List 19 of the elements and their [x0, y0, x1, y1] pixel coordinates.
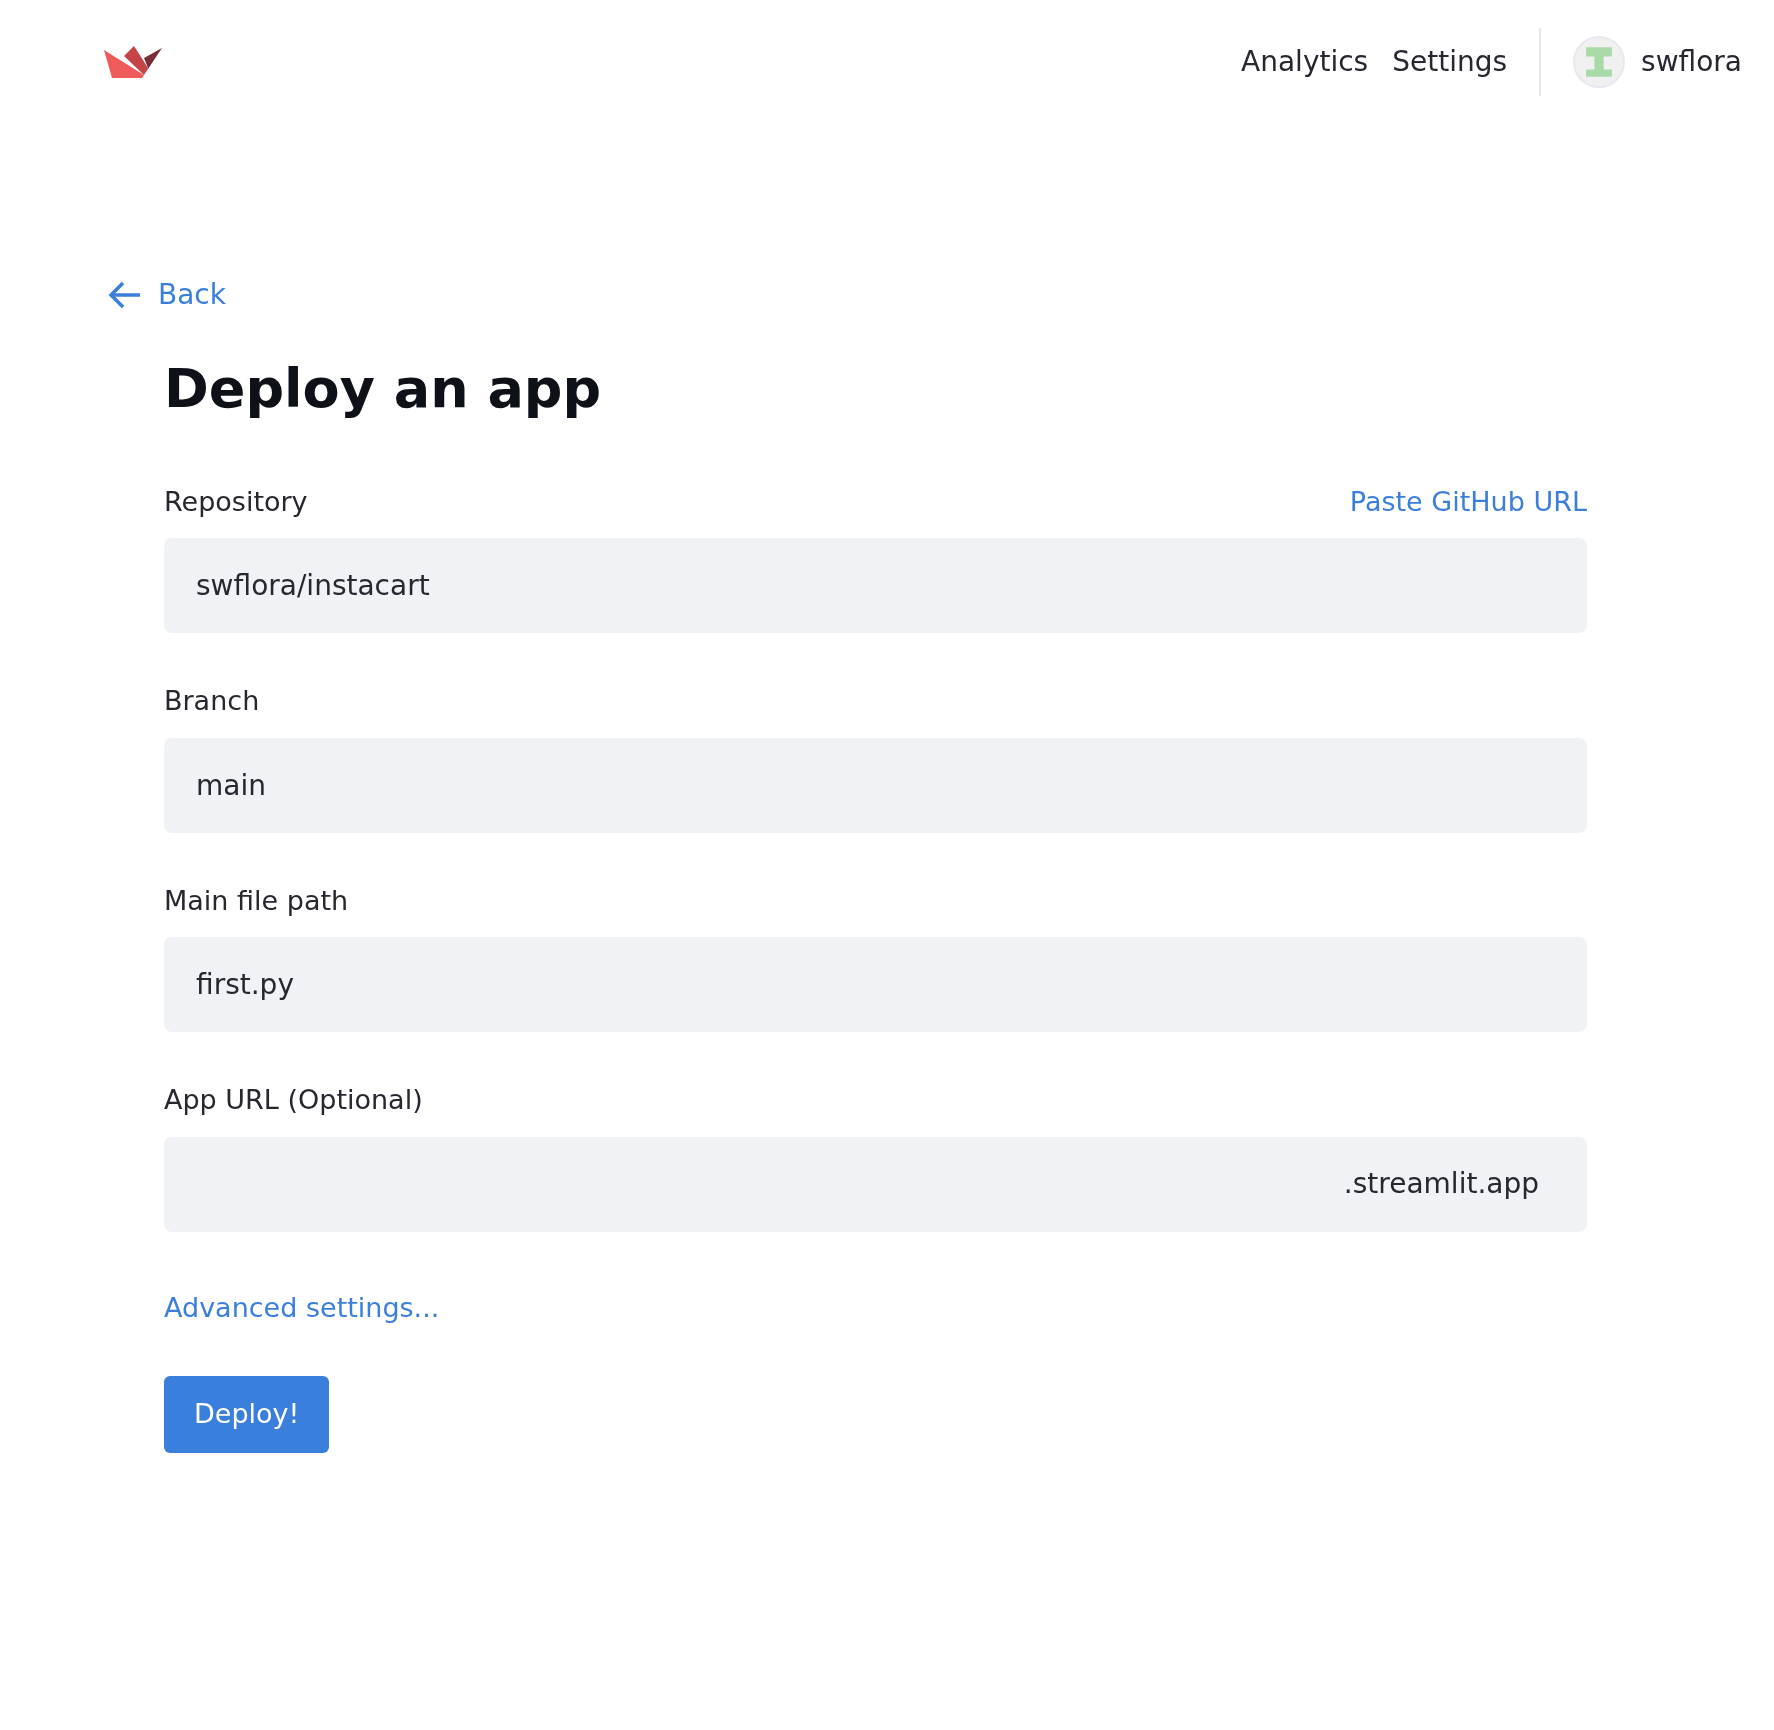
field-label: Branch — [164, 684, 260, 719]
input-field[interactable]: .streamlit.app — [164, 1136, 1587, 1232]
back-link[interactable]: Back — [108, 274, 226, 316]
field-label: Main file path — [164, 883, 349, 918]
paste-url-link[interactable]: Paste GitHub URL — [1349, 481, 1587, 523]
deploy-button[interactable]: Deploy! — [164, 1376, 330, 1453]
user-name[interactable]: swflora — [1641, 41, 1742, 83]
input-field[interactable]: first.py — [164, 937, 1587, 1033]
url-suffix: .streamlit.app — [1343, 1166, 1539, 1203]
boat-logo-icon[interactable] — [104, 46, 164, 78]
nav-link[interactable]: Analytics — [1241, 41, 1369, 83]
advanced-settings-link[interactable]: Advanced settings... — [164, 1291, 440, 1323]
input-field[interactable]: swflora/instacart — [164, 538, 1587, 634]
field-label: Repository — [164, 484, 308, 519]
field-label: App URL (Optional) — [164, 1083, 423, 1118]
nav-link[interactable]: Settings — [1392, 41, 1508, 83]
input-field[interactable]: main — [164, 737, 1587, 833]
page-title: Deploy an app — [164, 357, 603, 422]
arrow-left-icon — [108, 280, 142, 310]
